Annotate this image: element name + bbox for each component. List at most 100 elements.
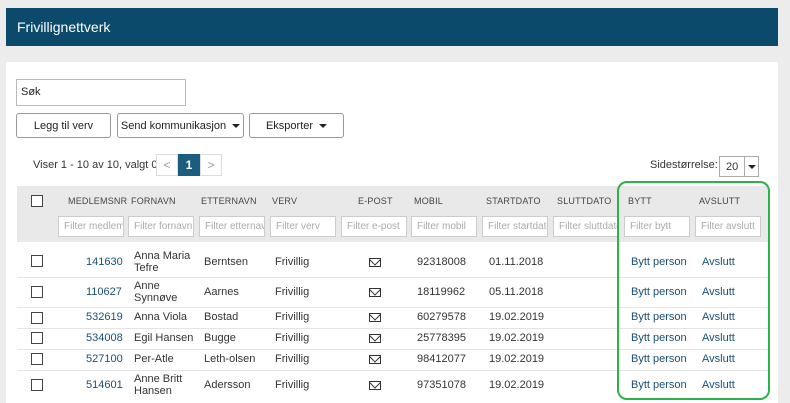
filter-swap[interactable]: Filter bytt xyxy=(624,216,690,237)
mobile: 25778395 xyxy=(417,332,466,344)
export-button[interactable]: Eksporter xyxy=(249,113,344,138)
chevron-down-icon xyxy=(744,157,758,176)
last-name: Adersson xyxy=(204,379,251,391)
end-role-link[interactable]: Avslutt xyxy=(702,256,735,268)
member-number-link[interactable]: 534008 xyxy=(86,332,123,344)
swap-person-link[interactable]: Bytt person xyxy=(631,379,687,391)
filter-member[interactable]: Filter medlemsnr xyxy=(58,216,124,237)
app-title: Frivillignettverk xyxy=(17,19,111,35)
row-checkbox[interactable] xyxy=(31,312,43,324)
end-role-link[interactable]: Avslutt xyxy=(702,311,735,323)
filter-email[interactable]: Filter e-post xyxy=(341,216,407,237)
mobile: 98412077 xyxy=(417,353,466,365)
filter-role[interactable]: Filter verv xyxy=(270,216,336,237)
last-name: Berntsen xyxy=(204,256,249,268)
col-header-close[interactable]: AVSLUTT xyxy=(699,196,740,206)
start-date: 01.11.2018 xyxy=(489,256,544,268)
row-checkbox[interactable] xyxy=(31,353,43,365)
chevron-down-icon xyxy=(232,123,241,128)
search-input[interactable]: Søk xyxy=(16,79,186,106)
swap-person-link[interactable]: Bytt person xyxy=(631,256,687,268)
send-communication-button[interactable]: Send kommunikasjon xyxy=(117,113,244,138)
first-name: Per-Atle xyxy=(134,353,174,365)
row-divider xyxy=(17,277,768,278)
last-name: Bugge xyxy=(204,332,236,344)
row-checkbox[interactable] xyxy=(31,255,43,267)
member-number-link[interactable]: 110627 xyxy=(86,286,122,298)
row-checkbox[interactable] xyxy=(31,332,43,344)
mobile: 92318008 xyxy=(417,256,466,268)
filter-start[interactable]: Filter startdato xyxy=(482,216,548,237)
swap-person-link[interactable]: Bytt person xyxy=(631,286,687,298)
swap-person-link[interactable]: Bytt person xyxy=(631,332,687,344)
start-date: 19.02.2019 xyxy=(489,311,545,323)
col-header-swap[interactable]: BYTT xyxy=(628,196,652,206)
row-divider xyxy=(17,307,768,308)
select-all-checkbox[interactable] xyxy=(31,195,43,207)
page-size-label: Sidestørrelse: xyxy=(650,159,718,171)
end-role-link[interactable]: Avslutt xyxy=(702,286,735,298)
role: Frivillig xyxy=(275,379,310,391)
role: Frivillig xyxy=(275,311,310,323)
member-number-link[interactable]: 527100 xyxy=(86,353,123,365)
chevron-down-icon xyxy=(319,123,328,128)
last-name: Aarnes xyxy=(204,286,239,298)
filter-end[interactable]: Filter sluttdato xyxy=(553,216,619,237)
end-role-link[interactable]: Avslutt xyxy=(702,332,735,344)
last-name: Bostad xyxy=(204,311,239,323)
end-role-link[interactable]: Avslutt xyxy=(702,353,735,365)
mail-icon[interactable] xyxy=(369,334,381,343)
end-role-link[interactable]: Avslutt xyxy=(702,379,735,391)
start-date: 19.02.2019 xyxy=(489,353,545,365)
add-role-button[interactable]: Legg til verv xyxy=(16,113,111,138)
mobile: 60279578 xyxy=(417,311,466,323)
mobile: 97351078 xyxy=(417,379,466,391)
col-header-start[interactable]: STARTDATO xyxy=(486,196,541,206)
app-header: Frivillignettverk xyxy=(6,8,778,46)
member-number-link[interactable]: 532619 xyxy=(86,311,123,323)
col-header-email[interactable]: E-POST xyxy=(358,196,393,206)
swap-person-link[interactable]: Bytt person xyxy=(631,311,687,323)
pager-info: Viser 1 - 10 av 10, valgt 0 xyxy=(33,159,158,171)
mail-icon[interactable] xyxy=(369,313,381,322)
start-date: 05.11.2018 xyxy=(489,286,544,298)
first-name: Egil Hansen xyxy=(134,332,194,344)
col-header-role[interactable]: VERV xyxy=(272,196,297,206)
row-checkbox[interactable] xyxy=(31,286,43,298)
filter-mobile[interactable]: Filter mobil xyxy=(411,216,477,237)
filter-last[interactable]: Filter etternavn xyxy=(199,216,265,237)
col-header-member[interactable]: MEDLEMSNR xyxy=(68,196,127,206)
mail-icon[interactable] xyxy=(369,381,381,390)
swap-person-link[interactable]: Bytt person xyxy=(631,353,687,365)
add-role-label: Legg til verv xyxy=(33,119,94,132)
first-name: Anna Maria Tefre xyxy=(134,250,191,274)
first-name: Anne Synnøve xyxy=(134,280,178,304)
member-number-link[interactable]: 141630 xyxy=(86,256,123,268)
filter-close[interactable]: Filter avslutt xyxy=(695,216,761,237)
member-number-link[interactable]: 514601 xyxy=(86,379,123,391)
filter-first[interactable]: Filter fornavn xyxy=(128,216,194,237)
row-divider xyxy=(17,349,768,350)
page-1-button[interactable]: 1 xyxy=(178,154,200,176)
col-header-mobile[interactable]: MOBIL xyxy=(414,196,443,206)
prev-page-button[interactable]: < xyxy=(156,154,178,176)
role: Frivillig xyxy=(275,286,310,298)
col-header-first[interactable]: FORNAVN xyxy=(131,196,176,206)
col-header-last[interactable]: ETTERNAVN xyxy=(201,196,257,206)
first-name: Anna Viola xyxy=(134,311,188,323)
col-header-end[interactable]: SLUTTDATO xyxy=(557,196,611,206)
next-page-button[interactable]: > xyxy=(200,154,222,176)
last-name: Leth-olsen xyxy=(204,353,256,365)
mail-icon[interactable] xyxy=(369,288,381,297)
first-name: Anne Britt Hansen xyxy=(134,373,183,397)
send-communication-label: Send kommunikasjon xyxy=(120,119,227,132)
row-divider xyxy=(17,370,768,371)
mail-icon[interactable] xyxy=(369,258,381,267)
row-checkbox[interactable] xyxy=(31,379,43,391)
start-date: 19.02.2019 xyxy=(489,332,545,344)
page-size-value: 20 xyxy=(726,160,739,173)
mail-icon[interactable] xyxy=(369,355,381,364)
page-size-select[interactable]: 20 xyxy=(719,156,759,177)
start-date: 19.02.2019 xyxy=(489,379,545,391)
export-label: Eksporter xyxy=(265,119,314,132)
